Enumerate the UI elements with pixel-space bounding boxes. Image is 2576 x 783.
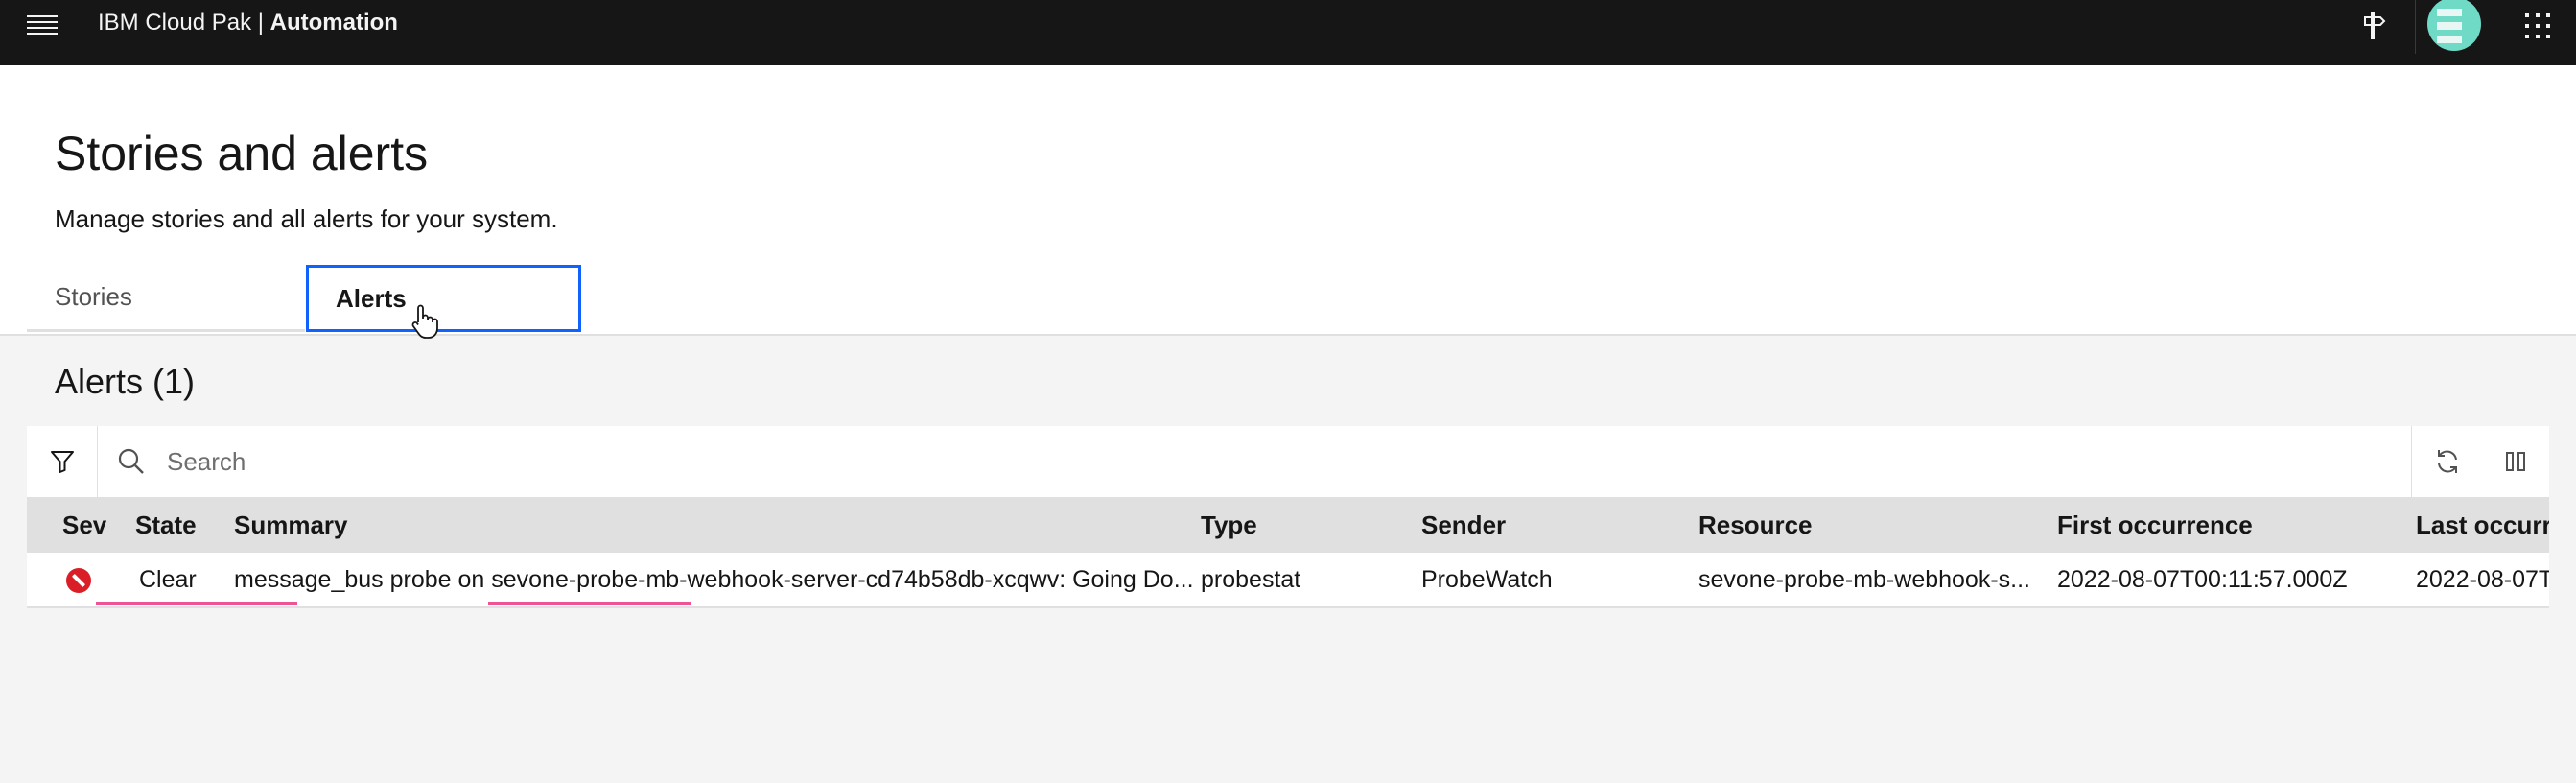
- cell-summary: message_bus probe on sevone-probe-mb-web…: [234, 566, 1194, 593]
- hand-cursor-icon: [411, 304, 438, 339]
- search-input[interactable]: [150, 439, 2355, 484]
- annotation-underline: [488, 602, 691, 605]
- cell-state: Clear: [139, 566, 197, 593]
- top-bar: IBM Cloud Pak | Automation: [0, 0, 2576, 65]
- column-header-first-occurrence[interactable]: First occurrence: [2057, 497, 2253, 553]
- tab-alerts[interactable]: Alerts: [306, 265, 581, 332]
- cell-resource: sevone-probe-mb-webhook-s...: [1698, 566, 2030, 593]
- column-header-last-occurrence[interactable]: Last occurre: [2416, 497, 2549, 553]
- filter-icon: [50, 451, 74, 473]
- signpost-icon[interactable]: [2348, 0, 2398, 52]
- table-toolbar: [27, 426, 2549, 497]
- column-header-summary[interactable]: Summary: [234, 497, 348, 553]
- app-switcher-icon[interactable]: [2511, 0, 2564, 52]
- search-icon: [118, 448, 144, 474]
- table-header: Sev State Summary Type Sender Resource F…: [27, 497, 2549, 553]
- menu-icon[interactable]: [27, 12, 58, 36]
- column-header-sev[interactable]: Sev: [62, 497, 106, 553]
- refresh-icon: [2437, 450, 2457, 473]
- cell-type: probestat: [1201, 566, 1301, 593]
- page-subtitle: Manage stories and all alerts for your s…: [55, 204, 558, 233]
- refresh-button[interactable]: [2411, 426, 2482, 497]
- table-row[interactable]: Clear message_bus probe on sevone-probe-…: [27, 553, 2549, 608]
- alerts-heading: Alerts (1): [55, 362, 196, 401]
- tab-stories[interactable]: Stories: [27, 265, 305, 332]
- avatar: [2426, 0, 2481, 51]
- annotation-underline: [96, 602, 297, 605]
- page-title: Stories and alerts: [55, 127, 429, 180]
- column-header-state[interactable]: State: [135, 497, 197, 553]
- column-header-type[interactable]: Type: [1201, 497, 1257, 553]
- cell-last-occurrence: 2022-08-07T: [2416, 566, 2549, 593]
- brand-product: Automation: [269, 10, 398, 36]
- column-header-sender[interactable]: Sender: [1421, 497, 1506, 553]
- critical-severity-icon: [66, 568, 91, 593]
- columns-icon: [2506, 452, 2525, 471]
- cell-first-occurrence: 2022-08-07T00:11:57.000Z: [2057, 566, 2348, 593]
- user-avatar-button[interactable]: [2415, 0, 2492, 54]
- page-header: Stories and alerts Manage stories and al…: [0, 65, 2576, 336]
- column-header-resource[interactable]: Resource: [1698, 497, 1813, 553]
- cell-sender: ProbeWatch: [1421, 566, 1553, 593]
- product-brand[interactable]: IBM Cloud Pak | Automation: [98, 10, 398, 36]
- brand-prefix: IBM Cloud Pak |: [98, 10, 270, 36]
- filter-button[interactable]: [27, 426, 98, 497]
- column-settings-button[interactable]: [2482, 426, 2549, 497]
